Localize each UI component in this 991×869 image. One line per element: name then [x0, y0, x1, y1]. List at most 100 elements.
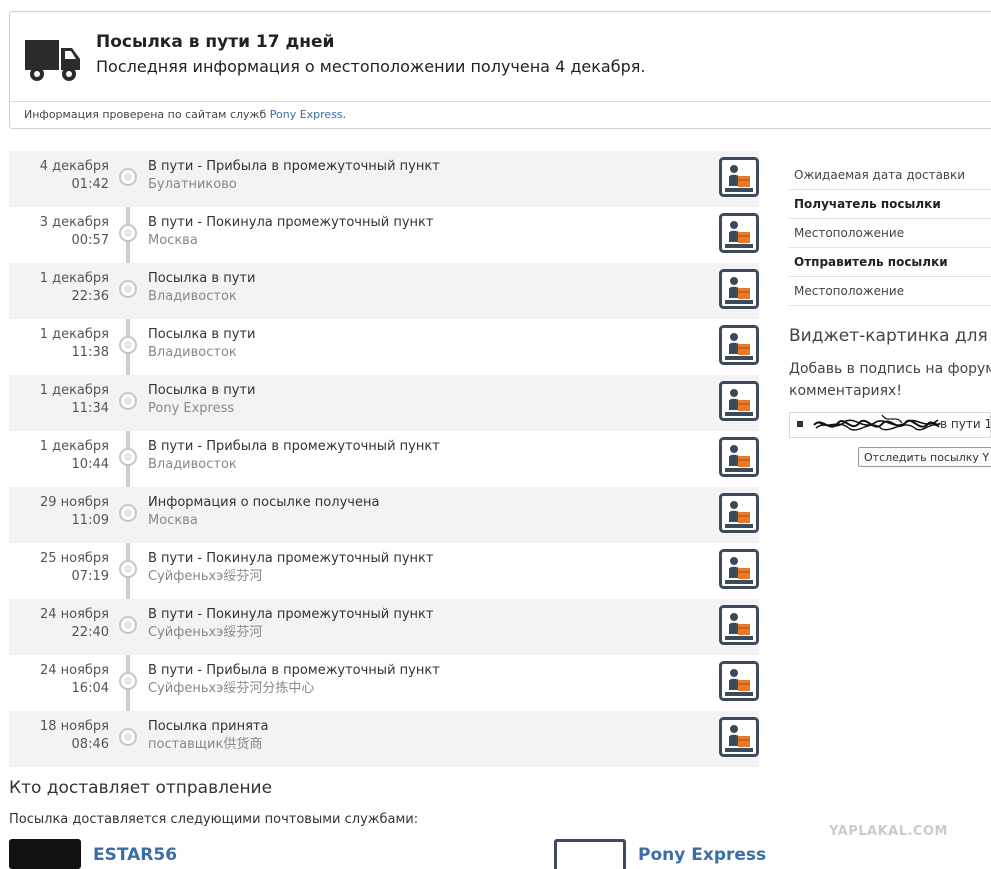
widget-description: Добавь в подпись на форумах комментариях… [789, 358, 991, 402]
event-location: Владивосток [148, 457, 237, 472]
event-title: Посылка в пути [148, 271, 256, 286]
verified-note: Информация проверена по сайтам служб Pon… [24, 108, 346, 121]
event-title: В пути - Прибыла в промежуточный пункт [148, 663, 440, 678]
timeline-dot-icon [119, 224, 137, 242]
event-location: поставщик供货商 [148, 737, 263, 752]
event-title: В пути - Покинула промежуточный пункт [148, 215, 434, 230]
event-date: 18 ноября [39, 719, 109, 734]
event-datetime: 29 ноября 11:09 [40, 494, 109, 530]
timeline-event: 1 декабря 11:38 Посылка в пути Владивосток [9, 319, 759, 375]
timeline-dot-icon [119, 560, 137, 578]
event-location: Суйфеньхэ绥芬河分拣中心 [148, 681, 315, 696]
event-date: 1 декабря [39, 327, 109, 342]
event-time: 11:38 [71, 345, 109, 360]
event-time: 11:09 [71, 513, 109, 528]
status-title: Посылка в пути 17 дней [96, 32, 335, 52]
timeline-event: 1 декабря 11:34 Посылка в пути Pony Express [9, 375, 759, 431]
event-location: Владивосток [148, 289, 237, 304]
event-date: 24 ноября [39, 663, 109, 678]
courier-package-icon [719, 213, 759, 253]
widget-text: в пути 1 [940, 417, 991, 431]
site-watermark: YAPLAKAL.COM [829, 824, 948, 839]
courier-package-icon [719, 493, 759, 533]
event-location: Москва [148, 513, 198, 528]
carrier-pony-express-link[interactable]: Pony Express [638, 845, 766, 865]
event-date: 25 ноября [39, 551, 109, 566]
timeline-event: 18 ноября 08:46 Посылка принята поставщик供货… [9, 711, 759, 767]
verified-prefix: Информация проверена по сайтам служб [24, 108, 270, 121]
timeline-event: 3 декабря 00:57 В пути - Покинула промежут… [9, 207, 759, 263]
event-title: Посылка в пути [148, 383, 256, 398]
timeline-event: 24 ноября 22:40 В пути - Покинула промежут… [9, 599, 759, 655]
courier-package-icon [719, 325, 759, 365]
info-row: Ожидаемая дата доставки [789, 161, 991, 190]
event-location: Суйфеньхэ绥芬河 [148, 625, 263, 640]
verified-suffix: . [342, 108, 347, 121]
event-time: 00:57 [71, 233, 109, 248]
carriers-title: Кто доставляет отправление [9, 778, 273, 798]
courier-package-icon [719, 605, 759, 645]
timeline-dot-icon [119, 168, 137, 186]
widget-description-line-2: комментариях! [789, 383, 902, 399]
event-datetime: 1 декабря 11:34 [40, 382, 109, 418]
event-title: В пути - Прибыла в промежуточный пункт [148, 439, 440, 454]
event-datetime: 1 декабря 10:44 [40, 438, 109, 474]
timeline-event: 24 ноября 16:04 В пути - Прибыла в промежу… [9, 655, 759, 711]
event-date: 1 декабря [39, 383, 109, 398]
status-subtitle: Последняя информация о местоположении по… [96, 57, 646, 76]
event-location: Pony Express [148, 401, 235, 416]
event-datetime: 1 декабря 11:38 [40, 326, 109, 362]
event-time: 10:44 [71, 457, 109, 472]
redaction-scribble-icon [813, 414, 941, 431]
event-date: 29 ноября [39, 495, 109, 510]
event-location: Суйфеньхэ绥芬河 [148, 569, 263, 584]
event-time: 16:04 [71, 681, 109, 696]
status-card: Посылка в пути 17 дней Последняя информа… [9, 11, 991, 129]
event-title: В пути - Покинула промежуточный пункт [148, 607, 434, 622]
estar-logo-icon [9, 839, 81, 869]
timeline-dot-icon [119, 728, 137, 746]
event-title: Информация о посылке получена [148, 495, 380, 510]
event-datetime: 24 ноября 22:40 [40, 606, 109, 642]
event-title: Посылка принята [148, 719, 269, 734]
event-date: 1 декабря [39, 439, 109, 454]
courier-package-icon [719, 381, 759, 421]
pony-express-link[interactable]: Pony Express [270, 108, 343, 121]
timeline-dot-icon [119, 616, 137, 634]
widget-preview[interactable]: в пути 1 [789, 412, 991, 438]
event-time: 07:19 [71, 569, 109, 584]
timeline-event: 1 декабря 10:44 В пути - Прибыла в промежу… [9, 431, 759, 487]
event-date: 24 ноября [39, 607, 109, 622]
event-time: 11:34 [71, 401, 109, 416]
event-title: Посылка в пути [148, 327, 256, 342]
event-datetime: 18 ноября 08:46 [40, 718, 109, 754]
widget-bullet-icon [797, 421, 803, 427]
event-datetime: 1 декабря 22:36 [40, 270, 109, 306]
timeline-dot-icon [119, 280, 137, 298]
courier-package-icon [719, 269, 759, 309]
timeline-dot-icon [119, 672, 137, 690]
event-location: Москва [148, 233, 198, 248]
widget-tooltip: Отследить посылку Y [858, 447, 991, 467]
event-location: Владивосток [148, 345, 237, 360]
pony-express-logo-icon [554, 839, 626, 869]
event-datetime: 4 декабря 01:42 [40, 158, 109, 194]
divider [10, 101, 991, 102]
info-row: Местоположение [789, 277, 991, 306]
tracking-timeline: 4 декабря 01:42 В пути - Прибыла в промежу… [9, 151, 759, 767]
courier-package-icon [719, 661, 759, 701]
timeline-event: 25 ноября 07:19 В пути - Покинула промежут… [9, 543, 759, 599]
parcel-info-panel: Ожидаемая дата доставки Получатель посылк… [789, 161, 991, 306]
courier-package-icon [719, 549, 759, 589]
event-title: В пути - Покинула промежуточный пункт [148, 551, 434, 566]
timeline-dot-icon [119, 336, 137, 354]
event-date: 3 декабря [39, 215, 109, 230]
carrier-estar-link[interactable]: ESTAR56 [93, 845, 177, 865]
timeline-event: 1 декабря 22:36 Посылка в пути Владивосток [9, 263, 759, 319]
truck-icon [25, 40, 80, 81]
event-date: 1 декабря [39, 271, 109, 286]
info-row: Получатель посылки [789, 190, 991, 219]
courier-package-icon [719, 157, 759, 197]
event-time: 01:42 [71, 177, 109, 192]
timeline-dot-icon [119, 392, 137, 410]
